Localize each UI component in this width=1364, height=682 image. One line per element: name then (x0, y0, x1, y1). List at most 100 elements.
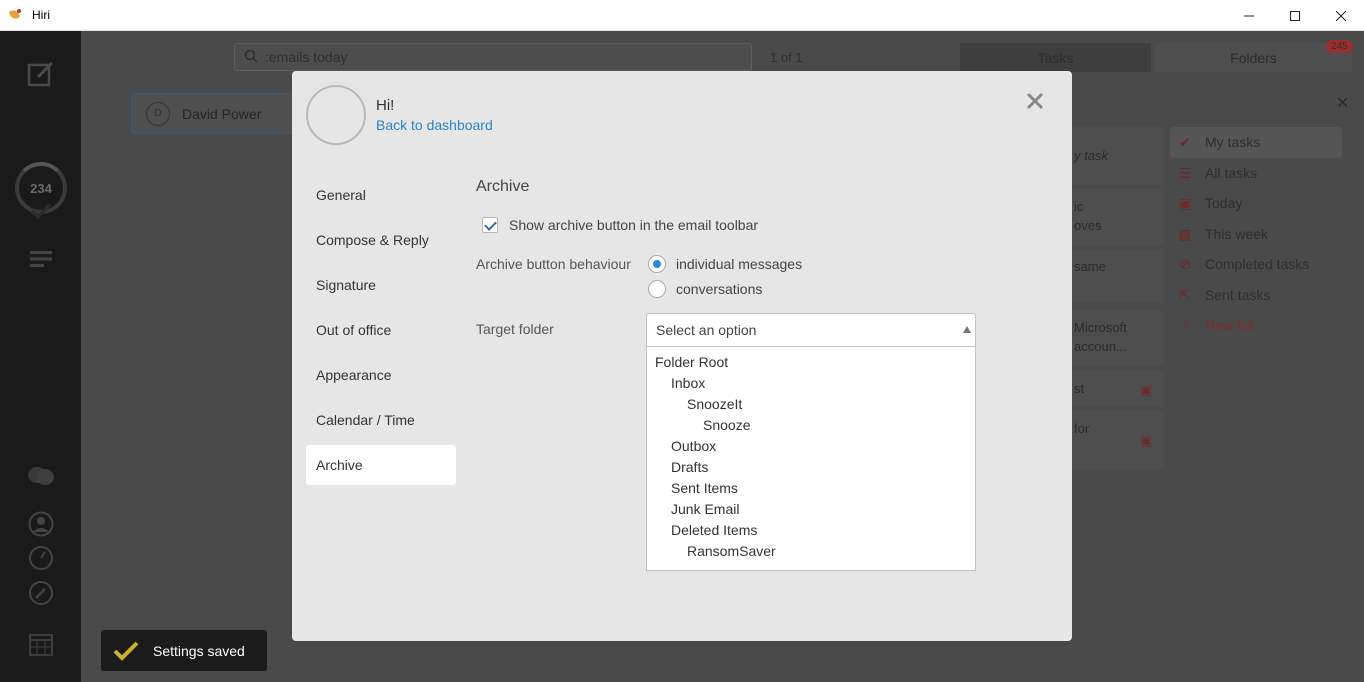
close-window-button[interactable] (1318, 0, 1364, 31)
minimize-button[interactable] (1226, 0, 1272, 31)
hiri-logo-icon (8, 7, 24, 23)
task-list-this-week[interactable]: ▦ This week (1170, 219, 1350, 250)
nav-item-archive[interactable]: Archive (306, 445, 456, 485)
maximize-icon (1290, 10, 1300, 21)
list-icon: ☰ (1178, 164, 1192, 181)
check-icon (113, 641, 139, 661)
task-card[interactable]: for ▣ (1064, 411, 1164, 469)
calendar-check-icon: ▣ (1140, 433, 1153, 448)
profile-icon[interactable] (0, 511, 81, 537)
folder-option[interactable]: Drafts (647, 457, 975, 478)
compose-icon[interactable] (0, 59, 81, 89)
search-icon (244, 49, 258, 63)
close-icon (1336, 10, 1346, 21)
new-list-label: New list (1205, 317, 1255, 334)
select-placeholder: Select an option (656, 322, 757, 338)
contact-name: David Power (182, 105, 262, 122)
tab-folders[interactable]: Folders (1155, 43, 1352, 72)
task-card[interactable]: Microsoft accoun... (1064, 310, 1164, 366)
calendar-check-icon: ▣ (1140, 382, 1153, 397)
nav-item-appearance[interactable]: Appearance (306, 355, 456, 395)
folder-option[interactable]: Outbox (647, 436, 975, 457)
task-list-my-tasks[interactable]: ✔ My tasks (1170, 127, 1342, 158)
nav-item-compose-reply[interactable]: Compose & Reply (306, 220, 456, 260)
radio-individual-messages[interactable]: individual messages (648, 255, 802, 273)
nav-item-general[interactable]: General (306, 175, 456, 215)
task-list-label: Completed tasks (1205, 256, 1310, 273)
task-list-sent[interactable]: ⇱ Sent tasks (1170, 280, 1350, 311)
minimize-icon (1244, 15, 1254, 16)
close-icon[interactable] (1025, 91, 1045, 111)
back-to-dashboard-link[interactable]: Back to dashboard (376, 117, 493, 133)
behaviour-label: Archive button behaviour (476, 256, 631, 272)
toast-text: Settings saved (153, 642, 245, 659)
settings-saved-toast: Settings saved (101, 630, 267, 671)
dashboard-gauge-icon[interactable] (0, 545, 81, 571)
task-list-today[interactable]: ▣ Today (1170, 188, 1350, 219)
target-folder-label: Target folder (476, 321, 554, 337)
settings-nav: General Compose & Reply Signature Out of… (306, 175, 456, 490)
folder-option[interactable]: Snooze (647, 415, 975, 436)
avatar: D (146, 101, 170, 126)
target-folder-select[interactable]: Select an option (646, 313, 976, 347)
show-archive-label: Show archive button in the email toolbar (509, 217, 759, 233)
task-list-label: This week (1205, 225, 1269, 242)
task-card[interactable]: ic oves (1064, 189, 1164, 245)
task-card[interactable]: st ▣ (1064, 371, 1164, 407)
maximize-button[interactable] (1272, 0, 1318, 31)
radio-button[interactable] (648, 280, 666, 298)
radio-conversations[interactable]: conversations (648, 280, 762, 298)
new-list-button[interactable]: + New list (1170, 310, 1350, 341)
task-list-label: All tasks (1205, 164, 1258, 181)
folder-dropdown: Folder Root Inbox SnoozeIt Snooze Outbox… (646, 347, 976, 571)
window-title: Hiri (32, 8, 50, 22)
folders-count-badge: 245 (1326, 40, 1353, 53)
share-icon: ⇱ (1179, 286, 1191, 303)
contact-chip[interactable]: D David Power (131, 93, 301, 134)
check-icon[interactable] (0, 199, 81, 223)
settings-modal: Hi! Back to dashboard General Compose & … (292, 71, 1072, 641)
search-input[interactable]: :emails today (234, 43, 752, 71)
folder-option[interactable]: Inbox (647, 373, 975, 394)
chat-icon[interactable] (0, 465, 81, 487)
folder-option[interactable]: Deleted Items (647, 520, 975, 541)
folder-option[interactable]: Folder Root (647, 352, 975, 373)
task-list-completed[interactable]: ⊘ Completed tasks (1170, 249, 1350, 280)
task-list-label: Today (1205, 195, 1243, 212)
check-icon: ✔ (1179, 134, 1191, 151)
left-rail: 234 (0, 31, 81, 682)
folder-option[interactable]: SnoozeIt (647, 394, 975, 415)
panel-close-icon[interactable]: ✕ (1336, 93, 1349, 113)
chevron-up-icon (963, 326, 971, 333)
window-controls (1226, 0, 1364, 31)
nav-item-out-of-office[interactable]: Out of office (306, 310, 456, 350)
task-list-label: Sent tasks (1205, 286, 1271, 303)
circle-check-icon: ⊘ (1179, 256, 1191, 273)
calendar-grid-icon: ▦ (1178, 225, 1192, 242)
folder-option[interactable]: Sent Items (647, 478, 975, 499)
show-archive-row[interactable]: Show archive button in the email toolbar (482, 217, 758, 233)
task-lists: ✔ My tasks ☰ All tasks ▣ Today ▦ This we… (1170, 127, 1350, 341)
radio-label: individual messages (676, 256, 803, 272)
lines-icon[interactable] (0, 250, 81, 268)
folder-option[interactable]: Junk Email (647, 499, 975, 520)
calendar-check-icon: ▣ (1178, 195, 1192, 212)
task-card-text: st (1074, 381, 1085, 396)
plus-icon: + (1180, 317, 1190, 334)
task-card[interactable]: same (1064, 249, 1164, 303)
section-title: Archive (476, 178, 530, 195)
task-list-all-tasks[interactable]: ☰ All tasks (1170, 158, 1350, 189)
nav-item-signature[interactable]: Signature (306, 265, 456, 305)
tab-tasks[interactable]: Tasks (960, 43, 1151, 72)
task-card[interactable]: y task (1064, 127, 1164, 185)
task-card-text: for (1074, 421, 1090, 436)
wrench-icon[interactable] (0, 580, 81, 606)
greeting: Hi! (376, 97, 395, 114)
radio-button[interactable] (648, 255, 666, 273)
nav-item-calendar-time[interactable]: Calendar / Time (306, 400, 456, 440)
task-list-label: My tasks (1205, 134, 1261, 151)
show-archive-checkbox[interactable] (482, 217, 498, 233)
avatar (306, 85, 366, 145)
calendar-icon[interactable] (0, 631, 81, 657)
folder-option[interactable]: RansomSaver (647, 541, 975, 562)
